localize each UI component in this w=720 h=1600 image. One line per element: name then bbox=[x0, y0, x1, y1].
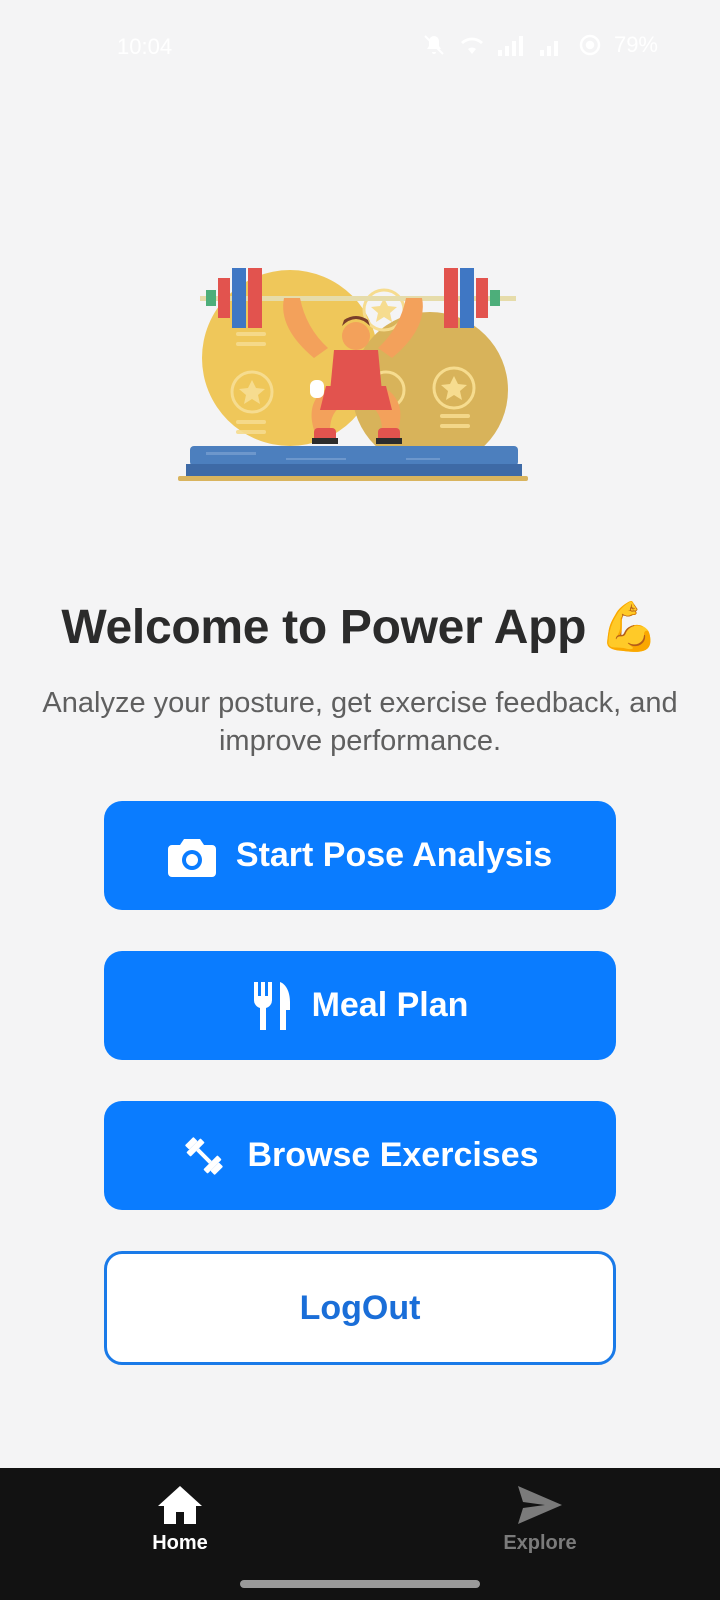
welcome-subtitle: Analyze your posture, get exercise feedb… bbox=[42, 687, 678, 757]
signal-icon bbox=[497, 36, 523, 56]
nav-explore-label: Explore bbox=[503, 1532, 577, 1554]
logout-button[interactable]: LogOut bbox=[104, 1251, 616, 1365]
fork-knife-icon bbox=[252, 981, 292, 1030]
status-bar: 10:04 79% bbox=[0, 0, 720, 92]
start-pose-analysis-label: Start Pose Analysis bbox=[235, 836, 553, 874]
signal-icon-2 bbox=[539, 41, 558, 56]
browse-exercises-button[interactable]: Browse Exercises bbox=[104, 1101, 616, 1210]
gesture-handle[interactable] bbox=[240, 1580, 480, 1588]
status-icons: 79% bbox=[422, 32, 658, 58]
nav-tab-home[interactable]: Home bbox=[120, 1484, 240, 1584]
status-time: 10:04 bbox=[117, 34, 173, 59]
meal-plan-label: Meal Plan bbox=[311, 986, 469, 1024]
logout-label: LogOut bbox=[299, 1288, 421, 1327]
mute-icon bbox=[424, 35, 444, 55]
dumbbell-icon bbox=[181, 1133, 227, 1179]
home-screen: 10:04 79% Welcome to Power App 💪 Analyze… bbox=[0, 0, 720, 1600]
lifting-platform bbox=[190, 446, 518, 466]
barbell-plates-right bbox=[444, 268, 500, 328]
welcome-title: Welcome to Power App 💪 bbox=[61, 601, 659, 654]
battery-saver-icon bbox=[579, 34, 601, 56]
browse-exercises-label: Browse Exercises bbox=[247, 1136, 539, 1174]
home-icon bbox=[158, 1486, 202, 1524]
battery-level: 79% bbox=[613, 32, 658, 57]
nav-tab-explore[interactable]: Explore bbox=[480, 1484, 600, 1584]
wifi-icon bbox=[460, 37, 483, 54]
camera-icon bbox=[167, 835, 216, 877]
start-pose-analysis-button[interactable]: Start Pose Analysis bbox=[104, 801, 616, 910]
weightlifter-illustration bbox=[178, 268, 528, 481]
paper-plane-icon bbox=[518, 1486, 562, 1524]
meal-plan-button[interactable]: Meal Plan bbox=[104, 951, 616, 1060]
nav-home-label: Home bbox=[152, 1532, 208, 1554]
